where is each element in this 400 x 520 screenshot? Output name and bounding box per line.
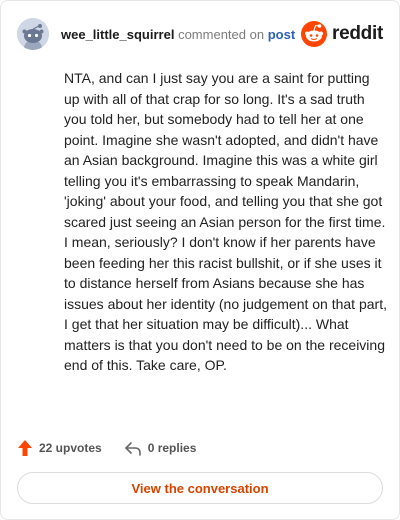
view-conversation-button[interactable]: View the conversation — [17, 472, 383, 504]
reply-count[interactable]: 0 replies — [124, 440, 197, 456]
comment-actions: 22 upvotes 0 replies — [17, 437, 196, 459]
replies-label: 0 replies — [147, 441, 197, 455]
comment-meta: wee_little_squirrel commented on post — [61, 27, 295, 42]
upvote-arrow-icon — [18, 440, 32, 456]
snoo-avatar-icon — [17, 18, 49, 50]
comment-header: wee_little_squirrel commented on post re… — [17, 17, 383, 51]
user-avatar[interactable] — [17, 18, 49, 50]
upvote-count[interactable]: 22 upvotes — [17, 439, 102, 457]
reddit-logo[interactable]: reddit — [301, 21, 383, 47]
action-text: commented on — [178, 26, 265, 42]
username-link[interactable]: wee_little_squirrel — [61, 27, 174, 42]
post-link[interactable]: post — [268, 27, 295, 42]
comment-body: NTA, and can I just say you are a saint … — [64, 70, 387, 373]
reddit-logo-icon — [301, 21, 328, 47]
upvotes-label: 22 upvotes — [39, 441, 102, 455]
reply-arrow-icon — [124, 442, 141, 456]
comment-card: wee_little_squirrel commented on post re… — [0, 0, 400, 520]
reddit-wordmark: reddit — [332, 23, 383, 44]
